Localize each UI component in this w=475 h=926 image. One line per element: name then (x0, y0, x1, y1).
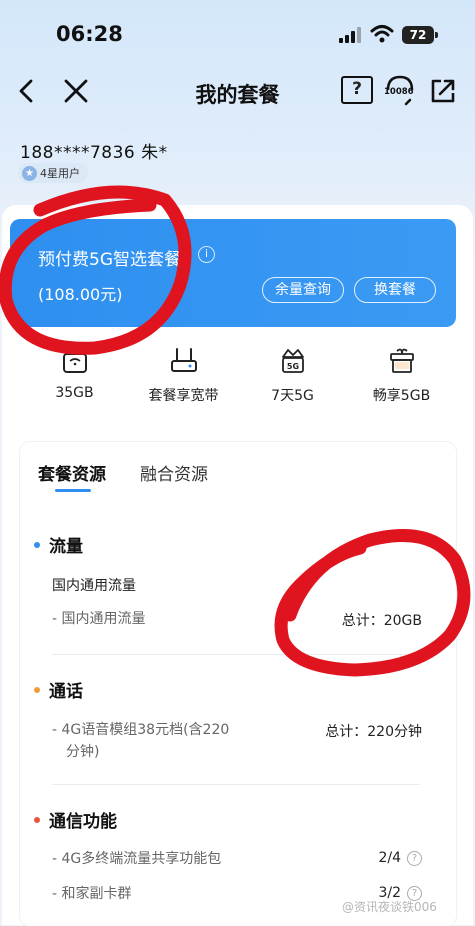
svg-text:5G: 5G (286, 362, 298, 371)
plan-name: 预付费5G智选套餐 (38, 250, 181, 270)
benefit-item[interactable]: 畅享5GB (347, 345, 456, 405)
voice-row-label-cont: 分钟) (66, 744, 100, 760)
data-row-value: 总计：20GB (341, 613, 422, 629)
status-bar: 06:28 72 (0, 0, 475, 70)
router-icon (170, 348, 197, 372)
feature-count: 2/4 (378, 850, 401, 866)
balance-query-button[interactable]: 余量查询 (262, 277, 344, 303)
data-row-label: - 国内通用流量 (52, 611, 146, 627)
voice-row-value: 总计：220分钟 (325, 724, 422, 740)
benefit-item[interactable]: 5G 7天5G (238, 345, 347, 405)
divider (52, 784, 420, 785)
share-icon[interactable] (426, 74, 460, 108)
wifi-icon (370, 25, 394, 43)
plan-price: (108.00元) (38, 285, 123, 304)
battery-icon: 72 (402, 26, 438, 44)
benefit-item[interactable]: 套餐享宽带 (129, 345, 238, 405)
feature-row-value[interactable]: 2/4 ? (378, 850, 422, 866)
section-dot (34, 816, 40, 823)
status-time: 06:28 (56, 22, 123, 46)
user-phone: 188****7836 朱* (20, 143, 168, 163)
nav-bar: 我的套餐 ? 10086 (0, 70, 475, 114)
crown-5g-icon: 5G (281, 349, 304, 373)
feature-row-label: - 4G多终端流量共享功能包 (52, 851, 222, 867)
benefit-label: 畅享5GB (372, 388, 431, 404)
section-voice-heading: 通话 (34, 677, 83, 702)
question-icon[interactable]: ? (407, 850, 422, 866)
benefit-label: 套餐享宽带 (148, 388, 219, 404)
plan-card[interactable]: 预付费5G智选套餐 i (108.00元) 余量查询 换套餐 (10, 219, 456, 327)
section-dot (34, 541, 40, 548)
star-icon: ★ (22, 165, 37, 181)
resources-card: 套餐资源 融合资源 流量 国内通用流量 - 国内通用流量 总计：20GB 通话 … (20, 442, 456, 926)
voice-row-label: - 4G语音模组38元档(含220 (52, 722, 230, 738)
service-number: 10086 (384, 87, 414, 97)
section-title: 通话 (49, 682, 83, 702)
feature-row-label: - 和家副卡群 (52, 886, 132, 902)
divider (52, 654, 420, 655)
user-level-badge[interactable]: ★ 4星用户 (18, 163, 88, 183)
help-icon[interactable]: ? (341, 76, 373, 104)
user-level-label: 4星用户 (40, 167, 80, 180)
section-features-heading: 通信功能 (34, 807, 117, 832)
section-dot (34, 686, 40, 693)
section-title: 通信功能 (49, 812, 117, 832)
benefit-label: 7天5G (271, 388, 314, 404)
section-title: 流量 (49, 537, 83, 557)
data-subtitle: 国内通用流量 (52, 578, 136, 594)
change-plan-button[interactable]: 换套餐 (354, 277, 436, 303)
benefit-item[interactable]: 35GB (20, 345, 129, 401)
section-data-heading: 流量 (34, 532, 83, 557)
tab-fusion-resources[interactable]: 融合资源 (140, 460, 208, 485)
benefit-label: 35GB (55, 385, 94, 401)
watermark: @资讯夜谈铁006 (342, 900, 437, 914)
gift-icon (389, 348, 414, 373)
info-icon[interactable]: i (198, 246, 215, 263)
tab-plan-resources[interactable]: 套餐资源 (38, 460, 106, 485)
sim-bag-icon (62, 346, 87, 373)
tab-indicator (55, 489, 91, 492)
signal-icon (339, 27, 363, 43)
benefits-row: 35GB 套餐享宽带 5G 7天5G 畅享5GB (20, 345, 456, 425)
